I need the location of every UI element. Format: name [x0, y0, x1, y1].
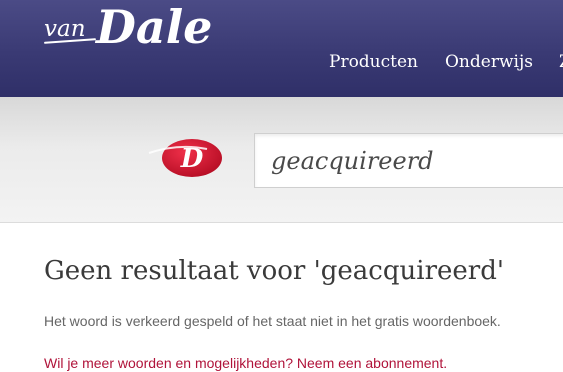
nav-onderwijs[interactable]: Onderwijs — [445, 52, 533, 72]
logo-van-text: van — [44, 16, 86, 42]
search-box[interactable] — [254, 133, 563, 188]
top-header: van Dale Producten Onderwijs Z — [0, 0, 563, 97]
logo-dale-text: Dale — [96, 0, 213, 54]
van-dale-badge-icon: D — [147, 133, 233, 183]
search-input[interactable] — [271, 143, 563, 179]
badge-letter: D — [180, 144, 204, 174]
subscription-link[interactable]: Wil je meer woorden en mogelijkheden? Ne… — [44, 355, 447, 371]
nav-item-cut-off[interactable]: Z — [559, 52, 563, 72]
search-band: D — [0, 97, 563, 223]
nav-producten[interactable]: Producten — [329, 52, 418, 72]
page-title: Geen resultaat voor 'geacquireerd' — [44, 256, 504, 286]
main-nav: Producten Onderwijs Z — [0, 52, 563, 74]
no-result-message: Het woord is verkeerd gespeld of het sta… — [44, 313, 501, 329]
